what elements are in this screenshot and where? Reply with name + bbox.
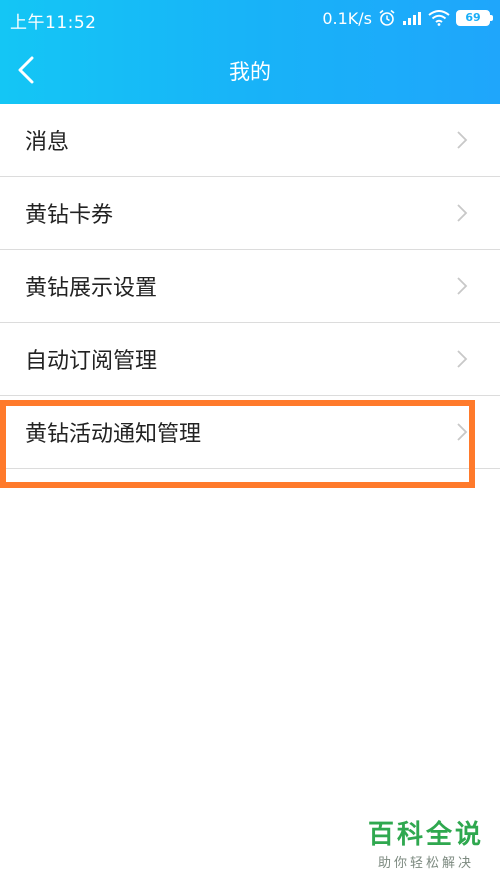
menu-item-label: 自动订阅管理 bbox=[25, 349, 158, 374]
watermark-title: 百科全说 bbox=[367, 820, 484, 850]
watermark-logo: 百科全说 助你轻松解决 bbox=[368, 820, 484, 871]
net-speed: 0.1K/s bbox=[322, 8, 372, 28]
app-header: 上午11:52 0.1K/s 69 我的 bbox=[0, 0, 500, 104]
wifi-icon bbox=[428, 10, 450, 26]
chevron-right-icon bbox=[456, 422, 468, 442]
chevron-right-icon bbox=[456, 130, 468, 150]
menu-item-coupons[interactable]: 黄钻卡券 bbox=[0, 177, 500, 250]
nav-bar: 我的 bbox=[0, 36, 500, 104]
menu-item-label: 黄钻展示设置 bbox=[25, 276, 158, 301]
menu-item-activity-notifications[interactable]: 黄钻活动通知管理 bbox=[0, 396, 500, 469]
menu-item-label: 黄钻卡券 bbox=[25, 203, 114, 228]
menu-item-label: 黄钻活动通知管理 bbox=[25, 422, 202, 447]
menu-list: 消息 黄钻卡券 黄钻展示设置 自动订阅管理 黄钻活动通知管理 bbox=[0, 104, 500, 469]
menu-item-label: 消息 bbox=[25, 130, 70, 155]
menu-item-auto-subscribe[interactable]: 自动订阅管理 bbox=[0, 323, 500, 396]
chevron-right-icon bbox=[456, 276, 468, 296]
chevron-right-icon bbox=[456, 203, 468, 223]
signal-icon bbox=[402, 10, 422, 26]
battery-icon: 69 bbox=[456, 10, 493, 26]
page-title: 我的 bbox=[229, 60, 271, 84]
chevron-right-icon bbox=[456, 349, 468, 369]
status-time: 上午11:52 bbox=[10, 13, 97, 33]
menu-item-display-settings[interactable]: 黄钻展示设置 bbox=[0, 250, 500, 323]
watermark-subtitle: 助你轻松解决 bbox=[377, 856, 474, 871]
status-icons: 0.1K/s 69 bbox=[322, 6, 493, 30]
alarm-icon bbox=[378, 9, 396, 27]
menu-item-messages[interactable]: 消息 bbox=[0, 104, 500, 177]
status-bar: 上午11:52 0.1K/s 69 bbox=[0, 0, 500, 36]
